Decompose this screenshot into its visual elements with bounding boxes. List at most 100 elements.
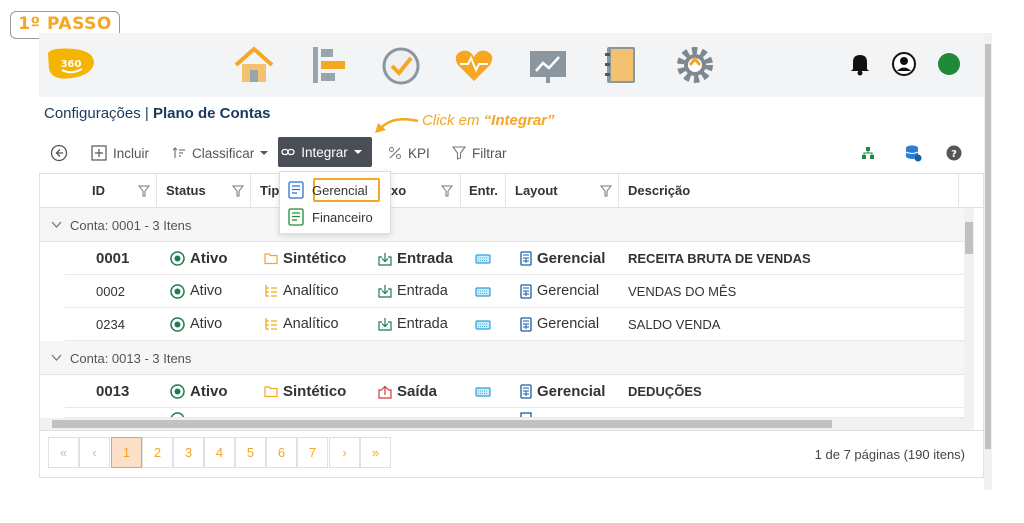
- layout-text: Gerencial: [537, 250, 606, 267]
- classificar-button[interactable]: Classificar: [172, 141, 275, 165]
- cell-descricao: DEDUÇÕES: [628, 384, 702, 399]
- group-row[interactable]: Conta: 0001 - 3 Itens: [40, 208, 965, 242]
- filter-icon[interactable]: [138, 185, 150, 197]
- filtrar-button[interactable]: Filtrar: [452, 141, 507, 165]
- caret-down-icon: [353, 150, 362, 154]
- prev-page-button[interactable]: ‹: [79, 437, 110, 468]
- header-status[interactable]: Status: [166, 174, 206, 208]
- menu-item-financeiro[interactable]: Financeiro: [288, 205, 373, 229]
- cell-descricao: VENDAS DO MÊS: [628, 284, 737, 299]
- home-icon[interactable]: [232, 43, 276, 87]
- help-icon[interactable]: ?: [946, 145, 962, 161]
- plus-square-icon: [91, 145, 107, 161]
- kpi-label: KPI: [408, 145, 430, 161]
- layout-text: Gerencial: [537, 316, 600, 332]
- status-text: Ativo: [190, 283, 223, 299]
- check-clock-icon[interactable]: [379, 43, 423, 87]
- fluxo-text: Saída: [397, 383, 438, 400]
- fluxo-text: Entrada: [397, 250, 453, 267]
- download-entry-icon: [378, 252, 392, 266]
- caret-down-icon: [260, 151, 269, 155]
- status-dot-icon[interactable]: [936, 51, 962, 77]
- chevron-down-icon[interactable]: [51, 221, 62, 229]
- header-tipo[interactable]: Tip: [260, 174, 279, 208]
- layout-text: Gerencial: [537, 383, 606, 400]
- back-button[interactable]: [50, 141, 74, 165]
- table-row[interactable]: 0002 Ativo Analítico Entrada Gerencial V…: [65, 275, 965, 308]
- breadcrumb-section[interactable]: Configurações: [44, 105, 141, 122]
- sort-icon: [172, 147, 185, 158]
- grid-vertical-scroll-thumb[interactable]: [965, 222, 973, 254]
- header-id[interactable]: ID: [92, 174, 105, 208]
- header-layout[interactable]: Layout: [515, 174, 558, 208]
- kpi-button[interactable]: KPI: [388, 141, 430, 165]
- tipo-text: Sintético: [283, 383, 347, 400]
- user-profile-icon[interactable]: [891, 51, 917, 77]
- cell-fluxo: Entrada: [378, 250, 453, 267]
- folder-icon: [264, 253, 278, 265]
- cell-tipo: Sintético: [264, 383, 346, 400]
- cell-tipo: Sintético: [264, 250, 346, 267]
- status-text: Ativo: [190, 250, 228, 267]
- page-vertical-scroll-thumb[interactable]: [985, 44, 991, 449]
- header-fluxo[interactable]: xo: [391, 174, 406, 208]
- page-button-2[interactable]: 2: [142, 437, 173, 468]
- page-button-5[interactable]: 5: [235, 437, 266, 468]
- database-icon[interactable]: [904, 144, 922, 162]
- breadcrumb-page: Plano de Contas: [152, 105, 271, 122]
- active-status-icon: [170, 316, 185, 332]
- cell-fluxo: Entrada: [378, 283, 448, 299]
- last-page-button[interactable]: »: [360, 437, 391, 468]
- heart-pulse-icon[interactable]: [452, 43, 496, 87]
- tipo-text: Sintético: [283, 250, 347, 267]
- page-button-1[interactable]: 1: [111, 437, 142, 468]
- cell-status: Ativo: [170, 250, 228, 267]
- chevron-down-icon[interactable]: [51, 354, 62, 362]
- upload-exit-icon: [378, 385, 392, 399]
- gear-icon[interactable]: [673, 43, 717, 87]
- keyboard-icon: [475, 320, 491, 330]
- page-button-7[interactable]: 7: [297, 437, 328, 468]
- page-info: 1 de 7 páginas (190 itens): [814, 447, 965, 462]
- cell-id: 0002: [96, 284, 125, 299]
- notebook-icon[interactable]: [599, 43, 643, 87]
- toolbar: Incluir Classificar Integrar KPI Filtrar…: [39, 133, 984, 173]
- tree-structure-icon[interactable]: [861, 146, 875, 160]
- page-button-6[interactable]: 6: [266, 437, 297, 468]
- hierarchy-icon[interactable]: [305, 43, 349, 87]
- table-row[interactable]: 0001 Ativo Sintético Entrada Gerencial R…: [65, 242, 965, 275]
- incluir-button[interactable]: Incluir: [91, 141, 149, 165]
- cell-tipo: Analítico: [264, 283, 339, 299]
- header-descricao[interactable]: Descrição: [628, 174, 690, 208]
- menu-item-label: Financeiro: [312, 209, 373, 225]
- integrar-button[interactable]: Integrar: [278, 137, 372, 167]
- active-status-icon: [170, 251, 185, 266]
- integrar-label: Integrar: [301, 144, 348, 160]
- filter-icon[interactable]: [441, 185, 453, 197]
- page-button-4[interactable]: 4: [204, 437, 235, 468]
- active-status-icon: [170, 384, 185, 399]
- menu-item-gerencial[interactable]: Gerencial: [288, 178, 368, 202]
- cell-descricao: SALDO VENDA: [628, 317, 721, 332]
- grid-header: ID Status Tip xo Entr. Layout Descrição: [40, 174, 983, 208]
- header-entr[interactable]: Entr.: [469, 174, 498, 208]
- folder-icon: [264, 386, 278, 398]
- filter-icon: [452, 146, 466, 160]
- next-page-button[interactable]: ›: [329, 437, 360, 468]
- grid-horizontal-scroll-thumb[interactable]: [52, 420, 832, 428]
- page-button-3[interactable]: 3: [173, 437, 204, 468]
- app-logo[interactable]: 360: [44, 45, 98, 83]
- callout-prefix: Click em: [422, 112, 484, 129]
- first-page-button[interactable]: «: [48, 437, 79, 468]
- table-row[interactable]: 0234 Ativo Analítico Entrada Gerencial S…: [65, 308, 965, 341]
- presentation-chart-icon[interactable]: [526, 43, 570, 87]
- integrar-dropdown-menu: Gerencial Financeiro: [279, 171, 391, 234]
- group-row[interactable]: Conta: 0013 - 3 Itens: [40, 341, 965, 375]
- tipo-text: Analítico: [283, 316, 339, 332]
- cell-status: Ativo: [170, 316, 222, 332]
- table-row[interactable]: 0013 Ativo Sintético Saída Gerencial DED…: [65, 375, 965, 408]
- filter-icon[interactable]: [232, 185, 244, 197]
- filter-icon[interactable]: [600, 185, 612, 197]
- bell-icon[interactable]: [847, 51, 873, 77]
- percent-icon: [389, 147, 401, 159]
